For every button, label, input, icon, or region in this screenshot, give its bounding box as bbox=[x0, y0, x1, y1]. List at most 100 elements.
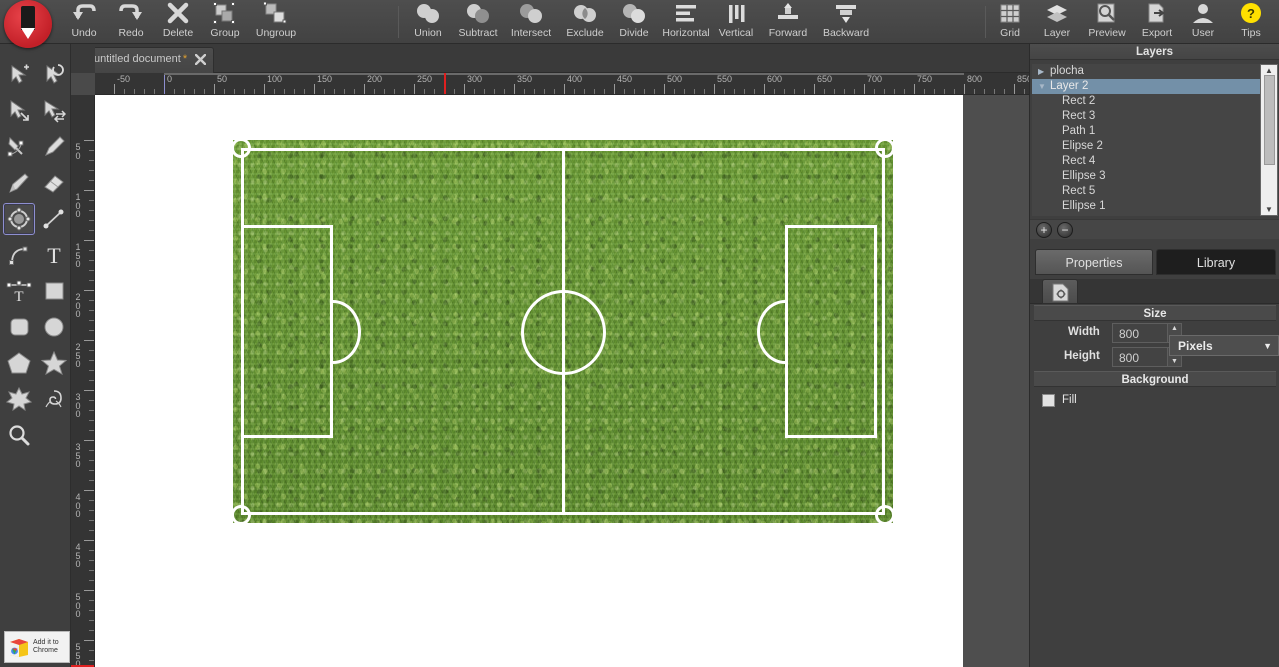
send-backward-button[interactable]: Backward bbox=[818, 0, 874, 44]
text-path-tool[interactable]: T bbox=[3, 275, 35, 307]
grid-label: Grid bbox=[1000, 27, 1020, 39]
layer-row[interactable]: ▼ Layer 2 bbox=[1032, 79, 1260, 94]
vertical-ruler[interactable]: 50 100 150 200 250 300 350 400 450 500 550 bbox=[71, 95, 95, 667]
ruler-tick bbox=[1014, 84, 1015, 94]
layer-row[interactable]: Ellipse 1 bbox=[1032, 199, 1260, 214]
chevron-right-icon[interactable]: ▶ bbox=[1038, 64, 1050, 79]
ellipse-tool[interactable] bbox=[38, 311, 70, 343]
soccer-field-artwork[interactable] bbox=[231, 138, 895, 525]
scroll-down-icon[interactable]: ▼ bbox=[1265, 205, 1273, 214]
remove-layer-button[interactable]: − bbox=[1057, 222, 1073, 238]
polygon-tool[interactable] bbox=[3, 347, 35, 379]
height-input[interactable]: 800 bbox=[1112, 347, 1168, 367]
canvas-viewport[interactable] bbox=[95, 95, 1029, 667]
add-to-chrome-badge[interactable]: Add it to Chrome bbox=[4, 631, 70, 663]
ruler-label: 550 bbox=[717, 74, 733, 84]
scroll-up-icon[interactable]: ▲ bbox=[1265, 66, 1273, 75]
group-label: Group bbox=[210, 27, 240, 39]
document-page[interactable] bbox=[95, 95, 963, 667]
zoom-tool[interactable] bbox=[3, 419, 35, 451]
pen-tool[interactable] bbox=[3, 131, 35, 163]
horizontal-ruler[interactable]: -50 0 50 100 150 200 250 300 350 400 450 500 550 600 6… bbox=[95, 73, 1029, 95]
union-button[interactable]: Union bbox=[400, 0, 456, 44]
ruler-tick bbox=[414, 84, 415, 94]
fill-checkbox[interactable] bbox=[1042, 394, 1055, 407]
layer-button[interactable]: Layer bbox=[1033, 0, 1081, 44]
spiral-tool[interactable] bbox=[38, 383, 70, 415]
ruler-tick bbox=[664, 84, 665, 94]
tab-properties[interactable]: Properties bbox=[1035, 249, 1153, 275]
close-icon[interactable] bbox=[194, 53, 207, 66]
export-button[interactable]: Export bbox=[1132, 0, 1182, 44]
pencil-tool[interactable] bbox=[38, 131, 70, 163]
stepper-down-icon[interactable]: ▼ bbox=[1168, 357, 1181, 366]
layer-row[interactable]: Ellipse 3 bbox=[1032, 169, 1260, 184]
subtract-button[interactable]: Subtract bbox=[450, 0, 506, 44]
add-to-chrome-text: Add it to Chrome bbox=[33, 639, 59, 656]
layer-name: Rect 3 bbox=[1062, 110, 1096, 122]
bring-forward-button[interactable]: Forward bbox=[760, 0, 816, 44]
right-penalty-area bbox=[785, 225, 877, 438]
add-layer-button[interactable]: + bbox=[1036, 222, 1052, 238]
user-button[interactable]: User bbox=[1180, 0, 1226, 44]
ruler-tick bbox=[364, 84, 365, 94]
ungroup-button[interactable]: Ungroup bbox=[248, 0, 304, 44]
width-input[interactable]: 800 bbox=[1112, 323, 1168, 343]
scale-tool[interactable] bbox=[3, 95, 35, 127]
layer-row[interactable]: Rect 2 bbox=[1032, 94, 1260, 109]
intersect-button[interactable]: Intersect bbox=[503, 0, 559, 44]
line-tool[interactable] bbox=[38, 203, 70, 235]
group-button[interactable]: Group bbox=[197, 0, 253, 44]
layers-scrollbar[interactable]: ▲ ▼ bbox=[1260, 64, 1278, 216]
layer-row[interactable]: Path 1 bbox=[1032, 124, 1260, 139]
ruler-label: 200 bbox=[367, 74, 383, 84]
burst-tool[interactable] bbox=[3, 383, 35, 415]
horizontal-guide-marker[interactable] bbox=[444, 73, 446, 94]
divide-button[interactable]: Divide bbox=[606, 0, 662, 44]
rectangle-tool[interactable] bbox=[38, 275, 70, 307]
rounded-rectangle-tool[interactable] bbox=[3, 311, 35, 343]
ruler-tick bbox=[964, 84, 965, 94]
chevron-down-icon[interactable]: ▼ bbox=[1038, 79, 1050, 94]
node-edit-tool[interactable] bbox=[3, 203, 35, 235]
align-vertical-button[interactable]: Vertical bbox=[710, 0, 762, 44]
subtract-icon bbox=[450, 2, 506, 28]
ruler-label: 850 bbox=[1017, 74, 1029, 84]
layer-row[interactable]: Rect 5 bbox=[1032, 184, 1260, 199]
document-tab[interactable]: untitled document * bbox=[81, 47, 215, 73]
layer-row[interactable]: ▶ plocha bbox=[1032, 64, 1260, 79]
layer-row[interactable]: Rect 3 bbox=[1032, 109, 1260, 124]
ruler-label: 50 bbox=[217, 74, 228, 84]
preview-button[interactable]: Preview bbox=[1080, 0, 1134, 44]
brush-tool[interactable] bbox=[3, 167, 35, 199]
bring-forward-label: Forward bbox=[768, 27, 808, 39]
rotate-tool[interactable] bbox=[38, 59, 70, 91]
exclude-label: Exclude bbox=[566, 27, 604, 39]
grid-button[interactable]: Grid bbox=[986, 0, 1034, 44]
move-tool[interactable] bbox=[3, 59, 35, 91]
star-tool[interactable] bbox=[38, 347, 70, 379]
ruler-tick bbox=[264, 84, 265, 94]
ruler-label: 100 bbox=[267, 74, 283, 84]
text-tool[interactable]: T bbox=[38, 239, 70, 271]
units-select[interactable]: Pixels ▼ bbox=[1169, 335, 1279, 356]
scrollbar-thumb[interactable] bbox=[1264, 75, 1275, 165]
document-settings-tab[interactable] bbox=[1042, 279, 1078, 304]
layer-row[interactable]: Elipse 2 bbox=[1032, 139, 1260, 154]
tips-button[interactable]: ? Tips bbox=[1228, 0, 1274, 44]
exclude-button[interactable]: Exclude bbox=[557, 0, 613, 44]
stepper-up-icon[interactable]: ▲ bbox=[1168, 324, 1181, 333]
ruler-label: 100 bbox=[75, 192, 81, 219]
chevron-down-icon[interactable]: ▼ bbox=[1263, 336, 1272, 357]
layer-row[interactable]: Rect 4 bbox=[1032, 154, 1260, 169]
ruler-label: 250 bbox=[75, 342, 81, 369]
intersect-label: Intersect bbox=[510, 27, 552, 39]
flip-tool[interactable] bbox=[38, 95, 70, 127]
tab-library[interactable]: Library bbox=[1156, 249, 1276, 275]
layers-list[interactable]: ▶ plocha ▼ Layer 2 Rect 2 Rect 3 Path 1 Elipse … bbox=[1032, 64, 1260, 216]
layer-name: Ellipse 1 bbox=[1062, 200, 1106, 212]
eraser-tool[interactable] bbox=[38, 167, 70, 199]
align-horizontal-button[interactable]: Horizontal bbox=[655, 0, 717, 44]
ruler-tick bbox=[114, 84, 115, 94]
curve-tool[interactable] bbox=[3, 239, 35, 271]
